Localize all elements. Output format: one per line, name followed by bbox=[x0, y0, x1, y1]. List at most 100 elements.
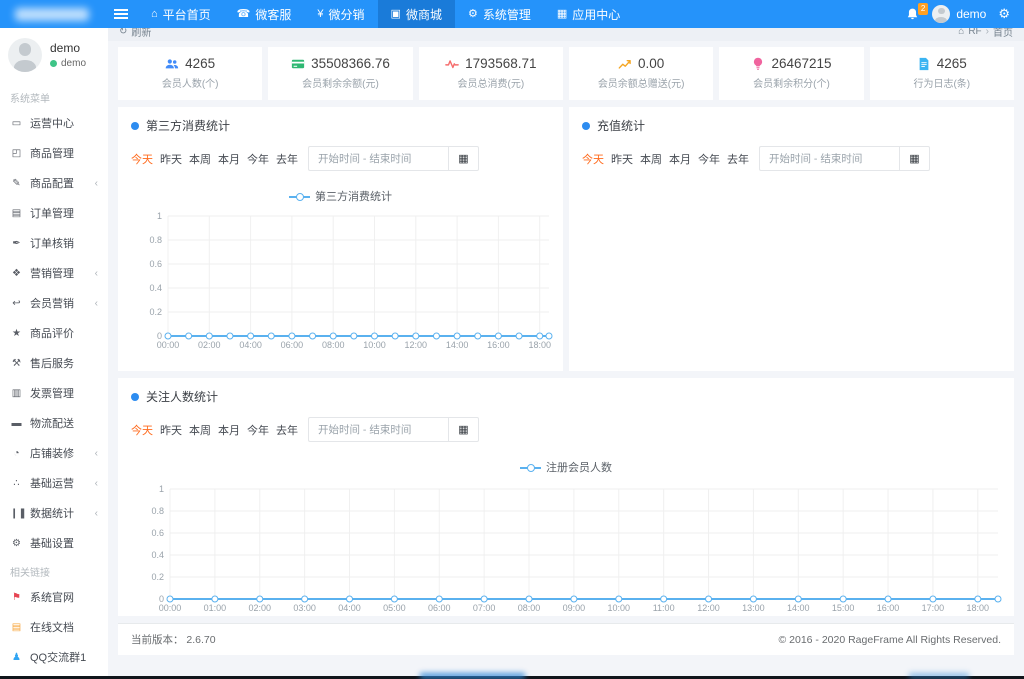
settings-gear-icon[interactable]: ⚙ bbox=[998, 6, 1010, 22]
sidebar-item-goods-manage[interactable]: ◰商品管理 bbox=[0, 138, 108, 168]
sidebar-user-panel[interactable]: demo demo bbox=[0, 28, 108, 84]
svg-text:0.8: 0.8 bbox=[149, 235, 162, 245]
copyright-text: © 2016 - 2020 RageFrame All Rights Reser… bbox=[778, 634, 1001, 646]
pencil-icon: ✎ bbox=[10, 178, 23, 189]
quick-range-link[interactable]: 本周 bbox=[640, 151, 662, 167]
quick-range-link[interactable]: 去年 bbox=[276, 151, 298, 167]
sidebar-item-data-statistics[interactable]: ❙❚数据统计‹ bbox=[0, 498, 108, 528]
svg-text:0.4: 0.4 bbox=[149, 283, 162, 293]
panel-header: 充值统计 bbox=[569, 107, 1014, 142]
panel-recharge-stats: 充值统计 今天昨天本周本月今年去年 ▦ bbox=[569, 107, 1014, 371]
calendar-button[interactable]: ▦ bbox=[448, 417, 479, 442]
sidebar-item-basic-operation[interactable]: ∴基础运营‹ bbox=[0, 468, 108, 498]
quick-range-link[interactable]: 本月 bbox=[218, 151, 240, 167]
quick-range-link[interactable]: 本周 bbox=[189, 422, 211, 438]
svg-text:15:00: 15:00 bbox=[832, 603, 855, 613]
quick-range-link[interactable]: 本月 bbox=[669, 151, 691, 167]
stat-value: 4265 bbox=[937, 56, 967, 71]
svg-text:1: 1 bbox=[157, 211, 162, 221]
app-logo[interactable] bbox=[0, 0, 104, 28]
date-range-input[interactable] bbox=[308, 146, 448, 171]
sidebar-item-logistics[interactable]: ▬物流配送 bbox=[0, 408, 108, 438]
sidebar-item-official-site[interactable]: ⚑系统官网 bbox=[0, 582, 108, 612]
quick-range-link[interactable]: 今天 bbox=[582, 151, 604, 167]
panel-followers-stats: 关注人数统计 今天昨天本周本月今年去年 ▦ 注册会员人数 00:0001:000… bbox=[118, 378, 1014, 616]
nav-item-customer-service[interactable]: ☎微客服 bbox=[224, 0, 305, 28]
svg-text:10:00: 10:00 bbox=[608, 603, 631, 613]
hamburger-icon bbox=[114, 13, 128, 15]
sidebar-toggle-button[interactable] bbox=[104, 0, 138, 28]
nav-item-distribution[interactable]: ¥微分销 bbox=[304, 0, 377, 28]
date-range-input[interactable] bbox=[759, 146, 899, 171]
top-navbar: ⌂平台首页 ☎微客服 ¥微分销 ▣微商城 ⚙系统管理 ▦应用中心 2 demo … bbox=[0, 0, 1024, 28]
quick-range-link[interactable]: 昨天 bbox=[611, 151, 633, 167]
quick-range-link[interactable]: 今天 bbox=[131, 151, 153, 167]
quick-range-link[interactable]: 今年 bbox=[247, 422, 269, 438]
quick-range-link[interactable]: 今年 bbox=[698, 151, 720, 167]
sidebar-item-invoice-manage[interactable]: ▥发票管理 bbox=[0, 378, 108, 408]
desktop-icon: ▭ bbox=[10, 118, 23, 129]
logo-blurred-text bbox=[15, 8, 89, 21]
calendar-button[interactable]: ▦ bbox=[899, 146, 930, 171]
sidebar-item-member-marketing[interactable]: ↩会员营销‹ bbox=[0, 288, 108, 318]
chart-legend[interactable]: 注册会员人数 bbox=[118, 459, 1014, 475]
sidebar-avatar bbox=[8, 38, 42, 72]
sidebar-item-qq-group-1[interactable]: ♟QQ交流群1 bbox=[0, 642, 108, 672]
registered-members-chart: 00:0001:0002:0003:0004:0005:0006:0007:00… bbox=[130, 483, 1002, 615]
stat-label: 会员人数(个) bbox=[122, 75, 258, 90]
sidebar-section-label: 相关链接 bbox=[0, 558, 108, 582]
list-icon: ▤ bbox=[10, 208, 23, 219]
svg-text:18:00: 18:00 bbox=[967, 603, 990, 613]
qq-icon: ♟ bbox=[10, 652, 23, 663]
heartbeat-icon bbox=[445, 57, 459, 71]
quick-range-link[interactable]: 去年 bbox=[276, 422, 298, 438]
username: demo bbox=[956, 7, 986, 21]
quick-range-link[interactable]: 昨天 bbox=[160, 422, 182, 438]
nav-item-system-manage[interactable]: ⚙系统管理 bbox=[455, 0, 544, 28]
user-menu[interactable]: demo bbox=[932, 5, 986, 23]
card-icon: ▥ bbox=[10, 388, 23, 399]
quick-range-link[interactable]: 今年 bbox=[247, 151, 269, 167]
sidebar: demo demo 系统菜单 ▭运营中心 ◰商品管理 ✎商品配置‹ ▤订单管理 … bbox=[0, 28, 108, 679]
nav-item-app-center[interactable]: ▦应用中心 bbox=[544, 0, 633, 28]
legend-marker-icon bbox=[520, 467, 541, 469]
credit-card-icon bbox=[291, 57, 305, 71]
calendar-icon: ▦ bbox=[458, 153, 468, 165]
sidebar-item-after-sale[interactable]: ⚒售后服务 bbox=[0, 348, 108, 378]
stat-value: 26467215 bbox=[771, 56, 831, 71]
sidebar-user-status: demo bbox=[50, 58, 86, 69]
currency-icon: ¥ bbox=[317, 9, 323, 20]
svg-text:03:00: 03:00 bbox=[293, 603, 316, 613]
chart-legend[interactable]: 第三方消费统计 bbox=[118, 188, 563, 204]
svg-text:02:00: 02:00 bbox=[198, 340, 221, 350]
nav-item-mall[interactable]: ▣微商城 bbox=[378, 0, 455, 28]
sidebar-item-operation-center[interactable]: ▭运营中心 bbox=[0, 108, 108, 138]
quick-range-link[interactable]: 去年 bbox=[727, 151, 749, 167]
quick-range-link[interactable]: 昨天 bbox=[160, 151, 182, 167]
quick-range-link[interactable]: 本月 bbox=[218, 422, 240, 438]
date-range-input[interactable] bbox=[308, 417, 448, 442]
nav-item-platform-home[interactable]: ⌂平台首页 bbox=[138, 0, 224, 28]
reply-icon: ↩ bbox=[10, 298, 23, 309]
sidebar-item-marketing-manage[interactable]: ❖营销管理‹ bbox=[0, 258, 108, 288]
svg-text:02:00: 02:00 bbox=[248, 603, 271, 613]
sidebar-item-order-verify[interactable]: ✒订单核销 bbox=[0, 228, 108, 258]
main-area: « 首页 » 关闭操作 ⇥退出 ↻刷新 ⌂ RF › 首页 4265 会员人数(… bbox=[108, 0, 1024, 655]
pen-icon: ✒ bbox=[10, 238, 23, 249]
stat-label: 会员剩余积分(个) bbox=[723, 75, 859, 90]
quick-range-link[interactable]: 本周 bbox=[189, 151, 211, 167]
chart-filter-row: 今天昨天本周本月今年去年 ▦ bbox=[569, 142, 1014, 175]
quick-range-link[interactable]: 今天 bbox=[131, 422, 153, 438]
notifications-button[interactable]: 2 bbox=[905, 7, 920, 21]
calendar-button[interactable]: ▦ bbox=[448, 146, 479, 171]
bar-chart-icon: ❙❚ bbox=[10, 508, 23, 519]
sidebar-item-order-manage[interactable]: ▤订单管理 bbox=[0, 198, 108, 228]
sidebar-item-shop-decorate[interactable]: ◔店铺装修‹ bbox=[0, 438, 108, 468]
sidebar-item-basic-settings[interactable]: ⚙基础设置 bbox=[0, 528, 108, 558]
svg-text:00:00: 00:00 bbox=[159, 603, 182, 613]
sidebar-item-goods-review[interactable]: ★商品评价 bbox=[0, 318, 108, 348]
calendar-icon: ▦ bbox=[458, 424, 468, 436]
bulb-icon bbox=[751, 57, 765, 71]
sidebar-item-goods-config[interactable]: ✎商品配置‹ bbox=[0, 168, 108, 198]
sidebar-item-online-docs[interactable]: ▤在线文档 bbox=[0, 612, 108, 642]
